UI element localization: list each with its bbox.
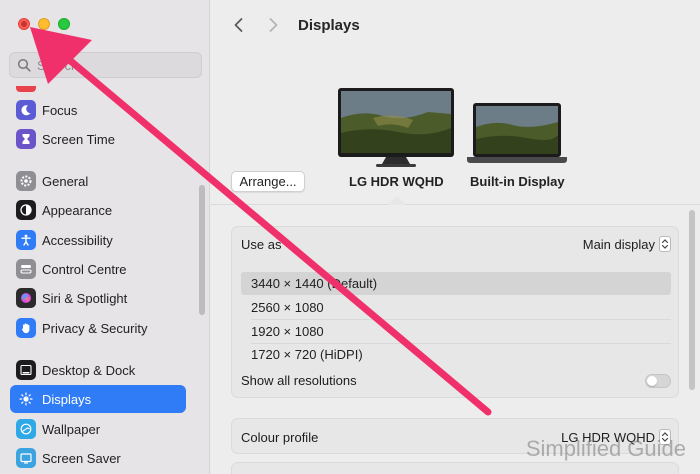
arrange-button[interactable]: Arrange... — [231, 171, 305, 192]
window-controls — [18, 18, 70, 30]
sidebar-item-label: Accessibility — [42, 232, 113, 248]
back-icon[interactable] — [229, 15, 249, 35]
sidebar-item-label: Displays — [42, 391, 92, 407]
sidebar-item-wallpaper[interactable]: Wallpaper — [10, 415, 186, 443]
external-display-name: LG HDR WQHD — [349, 174, 444, 189]
sidebar-item-label: Screen Time — [42, 131, 115, 147]
sidebar-item-label: Control Centre — [42, 261, 127, 277]
show-all-resolutions-toggle[interactable] — [645, 373, 671, 388]
zoom-window-button[interactable] — [58, 18, 70, 30]
accessibility-icon — [16, 230, 36, 250]
watermark: Simplified Guide — [525, 436, 686, 461]
sidebar-item-general[interactable]: General — [10, 167, 186, 195]
resolution-option[interactable]: 2560 × 1080 — [241, 296, 671, 319]
forward-icon[interactable] — [263, 15, 283, 35]
sidebar-item-privacy-security[interactable]: Privacy & Security — [10, 314, 186, 342]
main-scrollbar[interactable] — [689, 210, 695, 390]
builtin-display-name: Built-in Display — [470, 174, 565, 189]
chevron-updown-icon — [659, 236, 671, 252]
sidebar-item-control-centre[interactable]: Control Centre — [10, 255, 186, 283]
display-settings-panel: Use as Main display 3440 × 1440 (Default… — [231, 226, 679, 398]
sidebar-item-label: Siri & Spotlight — [42, 290, 128, 306]
minimize-window-button[interactable] — [38, 18, 50, 30]
toolbar: Displays — [211, 0, 700, 52]
sidebar-item-focus[interactable]: Focus — [10, 96, 186, 124]
wallpaper-icon — [16, 419, 36, 439]
sidebar-item-label: Screen Saver — [42, 450, 121, 466]
search-box[interactable] — [9, 52, 202, 78]
resolution-option[interactable]: 3440 × 1440 (Default) — [241, 272, 671, 295]
sidebar-item-siri-spotlight[interactable]: Siri & Spotlight — [10, 284, 186, 312]
use-as-value: Main display — [582, 236, 655, 252]
control-centre-icon — [16, 259, 36, 279]
screen-saver-icon — [16, 448, 36, 468]
resolution-option[interactable]: 1920 × 1080 — [241, 320, 671, 343]
partial-sidebar-icon — [16, 86, 36, 92]
sidebar-item-label: Desktop & Dock — [42, 362, 136, 378]
next-settings-panel — [231, 462, 679, 474]
show-all-resolutions-row: Show all resolutions — [241, 373, 671, 388]
use-as-label: Use as — [241, 236, 282, 252]
siri-icon — [16, 288, 36, 308]
sidebar-item-label: General — [42, 173, 89, 189]
colour-profile-label: Colour profile — [241, 429, 319, 445]
use-as-select[interactable]: Main display — [583, 236, 671, 252]
resolution-option[interactable]: 1720 × 720 (HiDPI) — [241, 343, 671, 366]
search-icon — [17, 58, 31, 72]
gear-icon — [16, 171, 36, 191]
sidebar-item-screen-saver[interactable]: Screen Saver — [10, 444, 186, 472]
selection-pointer — [388, 196, 406, 205]
sidebar-item-accessibility[interactable]: Accessibility — [10, 226, 186, 254]
hand-icon — [16, 318, 36, 338]
sidebar-scrollbar[interactable] — [199, 185, 205, 315]
external-display-thumbnail[interactable] — [338, 88, 454, 168]
search-input[interactable] — [37, 57, 187, 73]
divider — [211, 204, 700, 205]
sun-icon — [16, 389, 36, 409]
sidebar-item-desktop-dock[interactable]: Desktop & Dock — [10, 356, 186, 384]
hourglass-icon — [16, 129, 36, 149]
page-title: Displays — [298, 17, 360, 34]
sidebar-item-appearance[interactable]: Appearance — [10, 196, 186, 224]
sidebar-item-label: Appearance — [42, 202, 113, 218]
sidebar-item-displays[interactable]: Displays — [10, 385, 186, 413]
sidebar-item-label: Privacy & Security — [42, 320, 148, 336]
sidebar-item-label: Wallpaper — [42, 421, 101, 437]
sidebar-item-label: Focus — [42, 102, 78, 118]
show-all-resolutions-label: Show all resolutions — [241, 373, 357, 388]
moon-icon — [16, 100, 36, 120]
dock-icon — [16, 360, 36, 380]
sidebar-item-screen-time[interactable]: Screen Time — [10, 125, 186, 153]
close-window-button[interactable] — [18, 18, 30, 30]
builtin-display-thumbnail[interactable] — [467, 103, 567, 165]
appearance-icon — [16, 200, 36, 220]
main-content: Displays Arrange... LG HDR WQHD Built-in… — [211, 0, 700, 474]
use-as-row: Use as Main display — [241, 236, 671, 252]
sidebar: Focus Screen Time General Appearance Acc… — [0, 0, 210, 474]
